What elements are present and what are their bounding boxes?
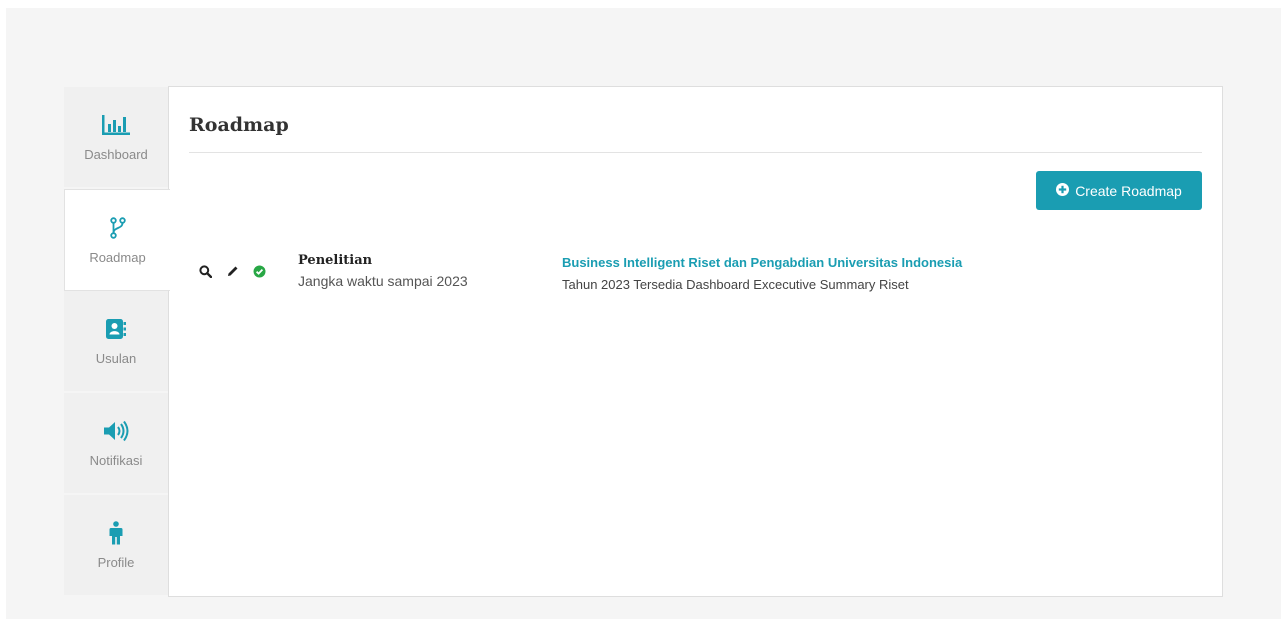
code-branch-icon [109,216,126,240]
sidebar-item-usulan[interactable]: Usulan [64,291,168,393]
roadmap-row: Penelitian Jangka waktu sampai 2023 Busi… [189,247,1202,297]
bar-chart-icon [101,113,131,137]
roadmap-type: Penelitian [298,253,373,268]
sidebar-item-dashboard[interactable]: Dashboard [64,87,168,189]
address-book-icon [105,317,127,341]
row-actions [199,265,266,278]
roadmap-description: Tahun 2023 Tersedia Dashboard Excecutive… [562,277,909,292]
sidebar-item-label: Notifikasi [89,453,143,468]
sidebar-item-label: Profile [97,555,135,570]
male-icon [109,521,123,545]
create-roadmap-label: Create Roadmap [1075,182,1182,199]
roadmap-type-cell: Penelitian Jangka waktu sampai 2023 [298,253,468,289]
check-circle-icon[interactable] [253,265,266,278]
search-icon[interactable] [199,265,212,278]
sidebar: Dashboard Roadmap Usulan Notifikasi Prof… [64,87,170,598]
sidebar-item-notifikasi[interactable]: Notifikasi [64,393,168,495]
roadmap-title-link[interactable]: Business Intelligent Riset dan Pengabdia… [562,255,962,270]
sidebar-item-profile[interactable]: Profile [64,495,168,597]
sidebar-item-roadmap[interactable]: Roadmap [64,189,170,291]
roadmap-term: Jangka waktu sampai 2023 [298,273,468,289]
plus-circle-icon [1056,182,1070,199]
create-roadmap-button[interactable]: Create Roadmap [1036,171,1202,210]
roadmap-detail-cell: Business Intelligent Riset dan Pengabdia… [562,255,962,292]
sidebar-item-label: Dashboard [84,147,148,162]
pencil-icon[interactable] [226,265,239,278]
main-panel: Roadmap Create Roadmap Penelitian Jangka… [168,86,1223,597]
sidebar-item-label: Roadmap [89,250,146,265]
sidebar-item-label: Usulan [95,351,137,366]
title-divider [189,152,1202,153]
volume-up-icon [103,419,129,443]
page-title: Roadmap [189,114,289,136]
